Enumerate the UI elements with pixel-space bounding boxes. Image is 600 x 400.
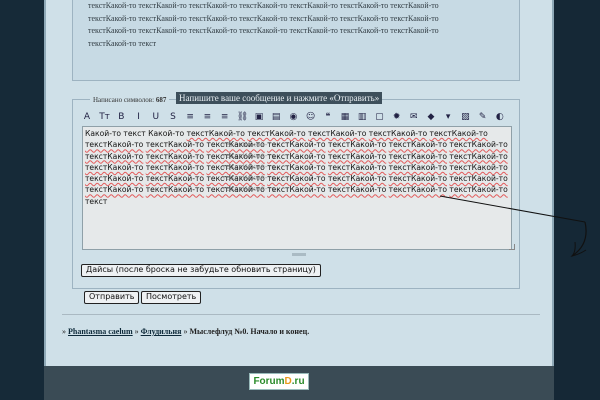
arrow-line xyxy=(439,195,586,223)
annotation-arrow xyxy=(439,195,587,257)
arrow-tip xyxy=(570,241,587,257)
